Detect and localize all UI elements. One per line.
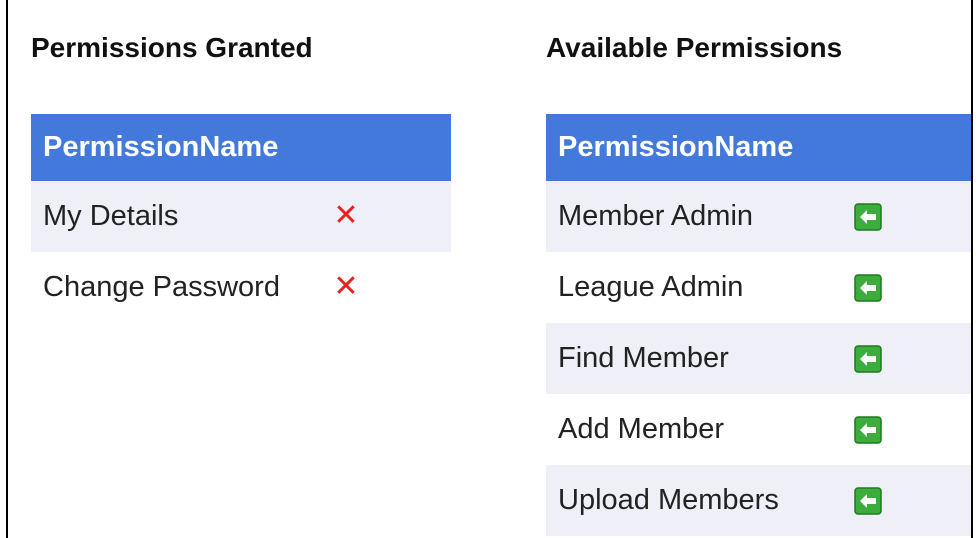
permission-name-cell: Find Member <box>546 323 761 394</box>
table-row: Find Member <box>546 323 971 394</box>
add-action-cell <box>761 252 972 323</box>
table-row: Add Member <box>546 394 972 465</box>
permissions-granted-panel: Permissions Granted PermissionName My De… <box>31 28 451 323</box>
table-row: My Details ✕ <box>31 181 451 252</box>
permission-name-cell: Upload Members <box>546 465 779 536</box>
table-row: Member Admin <box>546 181 971 252</box>
permissions-frame: Permissions Granted PermissionName My De… <box>6 0 973 538</box>
table-header-row: PermissionName <box>546 114 971 181</box>
remove-icon[interactable]: ✕ <box>333 272 358 302</box>
permission-name-cell: Add Member <box>558 413 725 445</box>
add-arrow-icon[interactable] <box>854 487 882 516</box>
permission-name-cell: My Details <box>31 181 241 252</box>
table-row: Upload Members <box>546 465 971 536</box>
remove-icon[interactable]: ✕ <box>333 201 358 231</box>
add-action-cell <box>760 181 971 252</box>
add-arrow-icon[interactable] <box>854 203 882 232</box>
table-row: League Admin <box>546 252 972 323</box>
column-header-permission-name[interactable]: PermissionName <box>31 114 451 181</box>
add-action-cell <box>761 394 972 465</box>
table-row: Change Password ✕ <box>31 252 451 323</box>
permission-name-cell: League Admin <box>558 271 744 303</box>
available-permissions-table: PermissionName Member Admin League Admin <box>546 114 972 536</box>
add-action-cell <box>760 465 971 536</box>
permission-name-cell: Change Password <box>43 271 280 303</box>
permission-name-cell: Member Admin <box>546 181 761 252</box>
available-permissions-title: Available Permissions <box>546 32 843 63</box>
granted-permissions-table: PermissionName My Details ✕ Change Passw… <box>31 114 451 323</box>
add-arrow-icon[interactable] <box>854 274 882 303</box>
available-permissions-panel: Available Permissions PermissionName Mem… <box>546 28 972 536</box>
add-arrow-icon[interactable] <box>854 416 882 445</box>
permissions-granted-title: Permissions Granted <box>31 32 313 63</box>
add-arrow-icon[interactable] <box>854 345 882 374</box>
table-header-row: PermissionName <box>31 114 451 181</box>
add-action-cell <box>760 323 971 394</box>
column-header-permission-name[interactable]: PermissionName <box>546 114 971 181</box>
remove-action-cell: ✕ <box>241 181 451 252</box>
